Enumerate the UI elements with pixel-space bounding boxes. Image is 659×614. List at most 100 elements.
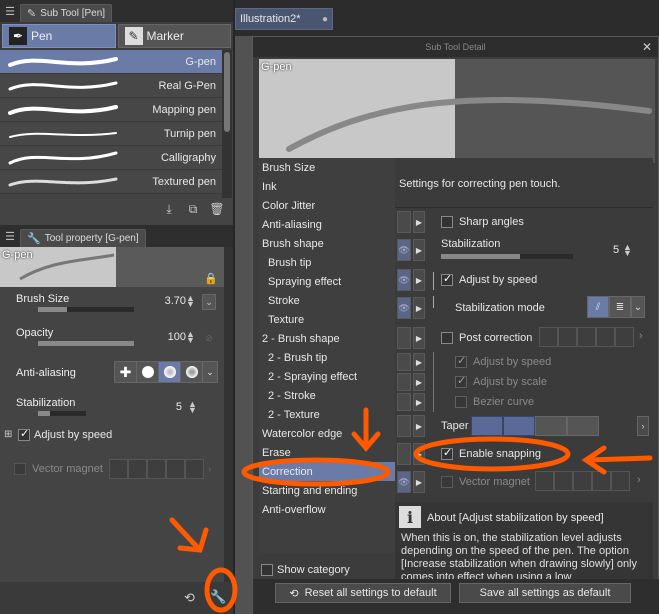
brush-size-dropdown[interactable]: ⌄ [202, 294, 216, 310]
category-anti-overflow[interactable]: Anti-overflow [259, 500, 395, 519]
expand-arrow[interactable]: ▶ [413, 353, 425, 371]
expand-arrow[interactable]: ▶ [413, 373, 425, 391]
category-brush-shape[interactable]: Brush shape [259, 234, 395, 253]
stabilization-spinner[interactable]: ▲ ▼ [623, 243, 632, 258]
chevron-right-icon[interactable]: › [208, 464, 211, 475]
category-starting-and-ending[interactable]: Starting and ending [259, 481, 395, 500]
brush-size-value[interactable]: 3.70 [165, 295, 186, 307]
expand-arrow[interactable]: ▶ [413, 327, 425, 349]
stabilization-spinner[interactable]: ▲ ▼ [188, 400, 197, 415]
post-correction-level[interactable] [596, 327, 615, 347]
category-2-texture[interactable]: 2 - Texture [259, 405, 395, 424]
panel-menu-icon[interactable]: ☰ [0, 225, 20, 247]
trash-icon[interactable]: 🗑 [209, 201, 225, 217]
post-correction-checkbox[interactable] [441, 332, 453, 344]
vector-magnet-level[interactable] [535, 471, 554, 491]
brush-item-calligraphy[interactable]: Calligraphy [0, 146, 222, 170]
group-tab-pen[interactable]: ✒ Pen [2, 24, 116, 48]
category-stroke[interactable]: Stroke [259, 291, 395, 310]
brush-size-slider[interactable] [38, 307, 134, 312]
opacity-effect-icon[interactable]: ⊘ [202, 330, 216, 346]
expand-arrow[interactable]: ▶ [413, 211, 425, 233]
vector-magnet-checkbox[interactable] [441, 476, 453, 488]
chevron-down-icon[interactable]: ⌄ [631, 296, 645, 318]
expand-arrow[interactable]: ▶ [413, 297, 425, 319]
eye-icon[interactable]: 👁 [397, 239, 411, 261]
import-icon[interactable]: ⤓ [161, 201, 177, 217]
post-correction-level[interactable] [577, 327, 596, 347]
mode-option-1[interactable]: ⫽ [587, 296, 609, 318]
vector-magnet-level[interactable] [146, 459, 166, 479]
expand-arrow[interactable]: ▶ [413, 443, 425, 465]
eye-toggle[interactable] [397, 393, 411, 411]
lock-icon[interactable]: 🔒 [204, 272, 218, 285]
taper-option[interactable] [567, 416, 599, 436]
brush-item-mapping-pen[interactable]: Mapping pen [0, 98, 222, 122]
document-tab[interactable]: Illustration2* ● [235, 8, 333, 30]
category-2-spraying-effect[interactable]: 2 - Spraying effect [259, 367, 395, 386]
taper-option[interactable] [471, 416, 503, 436]
category-texture[interactable]: Texture [259, 310, 395, 329]
stabilization-value[interactable]: 5 [613, 244, 619, 256]
chevron-right-icon[interactable]: › [637, 474, 641, 486]
brush-item-textured-pen[interactable]: Textured pen [0, 170, 222, 194]
expand-icon[interactable]: ⊞ [4, 429, 12, 440]
tool-property-tab[interactable]: 🔧 Tool property [G-pen] [20, 229, 146, 247]
show-category-checkbox[interactable] [261, 564, 273, 576]
adjust-by-speed-checkbox[interactable] [441, 272, 453, 286]
subtool-tab[interactable]: ✎ Sub Tool [Pen] [20, 4, 113, 22]
adjust-by-speed-checkbox[interactable] [18, 427, 30, 441]
post-correction-level[interactable] [539, 327, 558, 347]
vector-magnet-level[interactable] [592, 471, 611, 491]
close-icon[interactable]: ● [322, 14, 328, 25]
vector-magnet-level[interactable] [184, 459, 204, 479]
reset-icon[interactable]: ⟲ [184, 590, 195, 606]
brush-size-spinner[interactable]: ▲ ▼ [186, 294, 195, 309]
dialog-titlebar[interactable]: Sub Tool Detail ✕ [253, 37, 658, 57]
brush-list-scrollbar[interactable] [222, 50, 232, 198]
save-all-button[interactable]: Save all settings as default [459, 583, 631, 603]
expand-arrow[interactable]: ▶ [413, 393, 425, 411]
post-correction-level[interactable] [615, 327, 634, 347]
category-brush-tip[interactable]: Brush tip [259, 253, 395, 272]
expand-arrow[interactable]: ▶ [413, 471, 425, 493]
vector-magnet-level[interactable] [554, 471, 573, 491]
opacity-value[interactable]: 100 [168, 331, 186, 343]
vector-magnet-level[interactable] [165, 459, 185, 479]
aa-none-option[interactable]: ✚ [115, 362, 137, 382]
post-adjust-by-scale-checkbox[interactable] [455, 374, 467, 388]
panel-menu-icon[interactable]: ☰ [0, 0, 20, 22]
eye-toggle[interactable] [397, 415, 411, 437]
opacity-slider[interactable] [38, 341, 134, 346]
reset-all-button[interactable]: ⟲ Reset all settings to default [275, 583, 451, 603]
opacity-spinner[interactable]: ▲ ▼ [186, 330, 195, 345]
vector-magnet-level[interactable] [611, 471, 630, 491]
brush-item-g-pen[interactable]: G-pen [0, 50, 222, 74]
eye-toggle[interactable] [397, 443, 411, 465]
expand-arrow[interactable]: ▶ [413, 415, 425, 437]
eye-icon[interactable]: 👁 [397, 269, 411, 291]
eye-icon[interactable]: 👁 [397, 471, 411, 493]
aa-medium-option[interactable] [159, 362, 181, 382]
scrollbar-thumb[interactable] [224, 52, 230, 132]
taper-option[interactable] [503, 416, 535, 436]
wrench-settings-icon[interactable]: 🔧 [210, 589, 226, 605]
stabilization-slider[interactable] [38, 411, 86, 416]
enable-snapping-checkbox[interactable] [441, 446, 453, 460]
category-2-brush-shape[interactable]: 2 - Brush shape [259, 329, 395, 348]
expand-arrow[interactable]: ▶ [413, 269, 425, 291]
category-watercolor-edge[interactable]: Watercolor edge [259, 424, 395, 443]
sharp-angles-checkbox[interactable] [441, 216, 453, 228]
category-correction[interactable]: Correction [259, 462, 395, 481]
category-erase[interactable]: Erase [259, 443, 395, 462]
vector-magnet-level[interactable] [573, 471, 592, 491]
category-2-brush-tip[interactable]: 2 - Brush tip [259, 348, 395, 367]
category-anti-aliasing[interactable]: Anti-aliasing [259, 215, 395, 234]
brush-item-real-g-pen[interactable]: Real G-Pen [0, 74, 222, 98]
category-spraying-effect[interactable]: Spraying effect [259, 272, 395, 291]
duplicate-icon[interactable]: ⧉ [185, 201, 201, 217]
eye-toggle[interactable] [397, 373, 411, 391]
aa-strong-option[interactable] [181, 362, 203, 382]
category-ink[interactable]: Ink [259, 177, 395, 196]
close-icon[interactable]: ✕ [642, 40, 652, 54]
